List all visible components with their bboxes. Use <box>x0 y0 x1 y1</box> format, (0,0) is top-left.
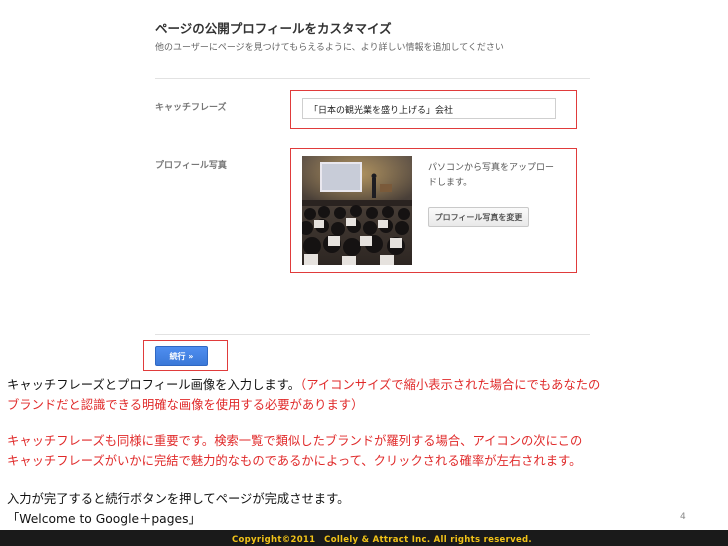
continue-button[interactable]: 続行 » <box>155 346 208 366</box>
note-paragraph-1-line-1: キャッチフレーズとプロフィール画像を入力します。（アイコンサイズで縮小表示された… <box>7 375 600 395</box>
divider-bottom <box>155 334 590 335</box>
note-paragraph-3-line-1: 入力が完了すると続行ボタンを押してページが完成させます。 <box>7 492 350 506</box>
page-title: ページの公開プロフィールをカスタマイズ <box>155 21 392 36</box>
note-text-red: （アイコンサイズで縮小表示された場合にでもあなたの <box>300 378 601 392</box>
page-subtitle: 他のユーザーにページを見つけてもらえるように、より詳しい情報を追加してください <box>155 43 504 53</box>
note-paragraph-3-line-2: 「Welcome to Google＋pages」 <box>7 512 201 526</box>
photo-upload-description: パソコンから写真をアップロードします。 <box>428 163 555 188</box>
note-text-black: キャッチフレーズとプロフィール画像を入力します。 <box>7 378 301 392</box>
photo-label: プロフィール写真 <box>155 161 227 171</box>
conference-photo-image <box>302 156 412 265</box>
divider-top <box>155 78 590 79</box>
note-paragraph-1-line-2: ブランドだと認識できる明確な画像を使用する必要があります） <box>7 398 364 412</box>
profile-photo <box>302 156 412 265</box>
note-paragraph-2-line-1: キャッチフレーズも同様に重要です。検索一覧で類似したブランドが羅列する場合、アイ… <box>7 434 583 448</box>
page-number: 4 <box>680 512 686 522</box>
tagline-input[interactable]: 「日本の観光業を盛り上げる」会社 <box>302 98 556 119</box>
tagline-label: キャッチフレーズ <box>155 103 227 113</box>
copyright-text: Copyright©2011 Collely & Attract Inc. Al… <box>232 535 532 545</box>
change-profile-photo-button[interactable]: プロフィール写真を変更 <box>428 207 529 227</box>
note-paragraph-2-line-2: キャッチフレーズがいかに完結で魅力的なものであるかによって、クリックされる確率が… <box>7 454 582 468</box>
